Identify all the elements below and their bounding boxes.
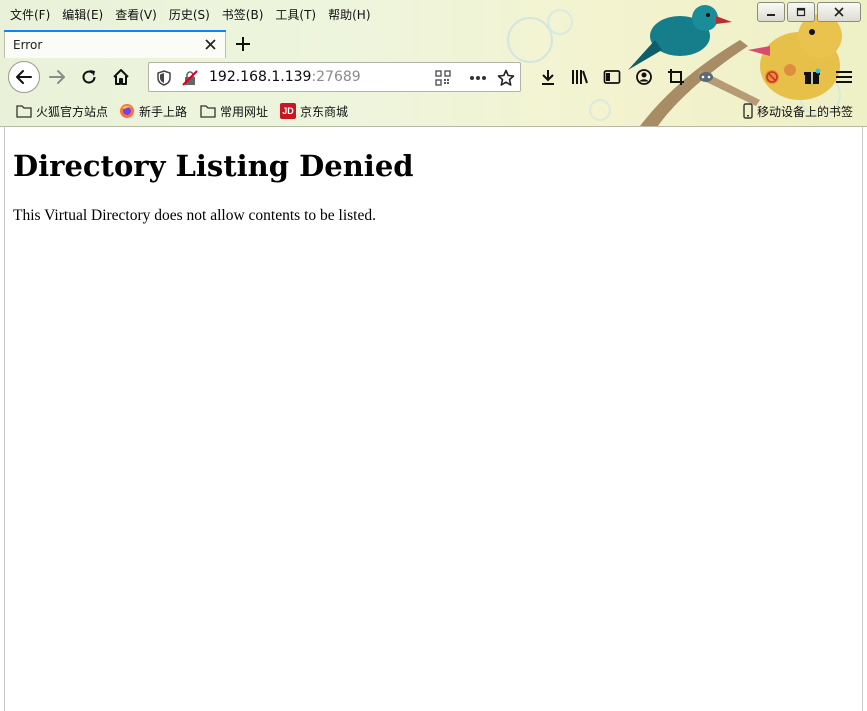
forward-button[interactable] [43, 63, 71, 91]
menu-help[interactable]: 帮助(H) [322, 4, 376, 24]
bookmark-label: 火狐官方站点 [36, 104, 109, 119]
plus-icon [236, 37, 250, 51]
app-menu-button[interactable] [830, 63, 858, 91]
bookmarks-toolbar: 火狐官方站点 新手上路 常用网址 JD 京东商城 移动设备上的书签 [0, 98, 867, 124]
library-icon [572, 70, 588, 84]
restore-icon [796, 7, 806, 17]
tab-title: Error [13, 37, 43, 52]
mobile-bookmarks-label: 移动设备上的书签 [756, 104, 853, 119]
reload-button[interactable] [75, 63, 103, 91]
qr-code-icon[interactable] [434, 69, 452, 87]
menu-history[interactable]: 历史(S) [163, 4, 216, 24]
minimize-button[interactable] [757, 2, 785, 22]
hamburger-menu-icon [836, 71, 852, 83]
jd-icon: JD [280, 103, 296, 119]
account-icon [636, 69, 652, 85]
menu-edit[interactable]: 编辑(E) [56, 4, 109, 24]
bookmark-label: 京东商城 [300, 104, 349, 119]
home-button[interactable] [107, 63, 135, 91]
menu-view[interactable]: 查看(V) [109, 4, 163, 24]
tab-error[interactable]: Error [4, 30, 226, 58]
close-window-button[interactable] [817, 2, 861, 22]
arrow-right-icon [49, 70, 65, 84]
bookmark-firefox-official[interactable]: 火狐官方站点 [16, 102, 108, 120]
bookmark-jd-mall[interactable]: JD 京东商城 [280, 102, 348, 120]
tab-strip: Error [4, 28, 258, 58]
url-port: :27689 [311, 69, 361, 85]
navigation-toolbar: 192.168.1.139:27689 [0, 60, 867, 94]
tracking-protection-icon[interactable] [155, 69, 173, 87]
screenshot-button[interactable] [662, 63, 690, 91]
page-heading: Directory Listing Denied [13, 149, 414, 183]
download-icon [542, 70, 554, 85]
url-text[interactable]: 192.168.1.139:27689 [209, 69, 361, 85]
minimize-icon [767, 14, 775, 16]
arrow-left-icon [16, 70, 32, 84]
new-tab-button[interactable] [228, 30, 258, 58]
url-host: 192.168.1.139 [209, 69, 312, 85]
page-message: This Virtual Directory does not allow co… [13, 207, 376, 224]
close-icon [204, 39, 216, 50]
menu-tools[interactable]: 工具(T) [269, 4, 322, 24]
gift-icon [804, 68, 821, 84]
browser-chrome: 文件(F) 编辑(E) 查看(V) 历史(S) 书签(B) 工具(T) 帮助(H… [0, 0, 867, 127]
mobile-device-icon [743, 103, 753, 119]
menu-bar: 文件(F) 编辑(E) 查看(V) 历史(S) 书签(B) 工具(T) 帮助(H… [4, 4, 377, 24]
downloads-button[interactable] [534, 63, 562, 91]
folder-icon [200, 105, 216, 118]
bookmark-common-sites[interactable]: 常用网址 [200, 102, 268, 120]
blocker-extension-button[interactable] [758, 63, 786, 91]
whats-new-button[interactable] [798, 63, 826, 91]
page-content: Directory Listing Denied This Virtual Di… [4, 127, 863, 711]
insecure-connection-icon[interactable] [181, 69, 199, 87]
bookmark-getting-started[interactable]: 新手上路 [119, 102, 187, 120]
bookmark-label: 新手上路 [139, 104, 188, 119]
close-icon [834, 7, 844, 17]
account-button[interactable] [630, 63, 658, 91]
sidebar-icon [603, 70, 621, 84]
home-icon [113, 69, 129, 85]
menu-file[interactable]: 文件(F) [4, 4, 56, 24]
extension-button[interactable] [692, 63, 720, 91]
tab-close-button[interactable] [203, 38, 217, 52]
firefox-icon [120, 104, 134, 118]
blocked-icon [765, 70, 779, 84]
crop-icon [668, 69, 684, 85]
restore-button[interactable] [787, 2, 815, 22]
menu-bookmarks[interactable]: 书签(B) [216, 4, 270, 24]
bookmark-star-icon[interactable] [497, 69, 515, 87]
url-bar[interactable]: 192.168.1.139:27689 [148, 62, 521, 92]
sidebar-button[interactable] [598, 63, 626, 91]
page-actions-icon[interactable] [469, 69, 487, 87]
bookmark-label: 常用网址 [220, 104, 269, 119]
library-button[interactable] [566, 63, 594, 91]
mobile-bookmarks[interactable]: 移动设备上的书签 [743, 102, 853, 120]
window-controls [757, 2, 861, 22]
reload-icon [82, 70, 96, 84]
folder-icon [16, 105, 32, 118]
back-button[interactable] [8, 61, 40, 93]
extension-icon [699, 72, 713, 82]
